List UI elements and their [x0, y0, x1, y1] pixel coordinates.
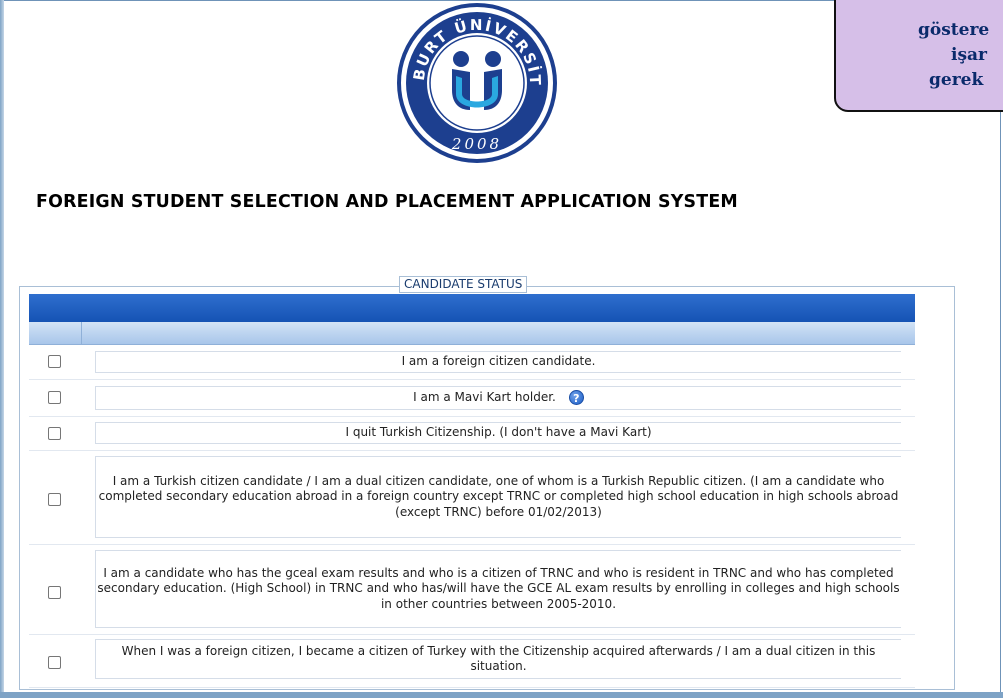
checkbox-acquired-citizenship[interactable]: [48, 656, 61, 669]
option-row-quit-citizenship: I quit Turkish Citizenship. (I don't hav…: [29, 416, 915, 451]
help-icon[interactable]: ?: [568, 390, 584, 406]
option-label-mavi-kart: I am a Mavi Kart holder.: [413, 390, 556, 405]
option-label-trnc-gceal: I am a candidate who has the gceal exam …: [97, 565, 900, 611]
callout-line-3: gerek: [929, 70, 984, 90]
checkbox-foreign-citizen[interactable]: [48, 355, 61, 368]
callout-note: göstere işar gerek: [834, 0, 1003, 112]
checkbox-mavi-kart[interactable]: [48, 391, 61, 404]
candidate-status-grid: I am a foreign citizen candidate. I am a…: [29, 294, 915, 688]
university-logo: BAYBURT ÜNİVERSİTESİ 2008: [396, 2, 557, 163]
option-row-mavi-kart: I am a Mavi Kart holder.?: [29, 379, 915, 417]
option-cell: I quit Turkish Citizenship. (I don't hav…: [95, 422, 901, 444]
callout-line-1: göstere: [918, 20, 990, 40]
option-cell: I am a candidate who has the gceal exam …: [95, 550, 901, 628]
page-title: FOREIGN STUDENT SELECTION AND PLACEMENT …: [36, 192, 738, 212]
window-left-border: [0, 0, 4, 698]
option-label-foreign-citizen: I am a foreign citizen candidate.: [401, 354, 596, 369]
column-divider: [81, 322, 82, 344]
candidate-status-legend: CANDIDATE STATUS: [399, 276, 528, 293]
checkbox-trnc-gceal[interactable]: [48, 586, 61, 599]
option-row-foreign-citizen: I am a foreign citizen candidate.: [29, 345, 915, 380]
grid-header-bar: [29, 294, 915, 322]
callout-line-2: işar: [951, 45, 988, 65]
option-cell: I am a Mavi Kart holder.?: [95, 386, 901, 410]
option-row-acquired-citizenship: When I was a foreign citizen, I became a…: [29, 634, 915, 688]
option-cell: I am a Turkish citizen candidate / I am …: [95, 456, 901, 538]
checkbox-turkish-dual-citizen[interactable]: [48, 493, 61, 506]
logo-year: 2008: [451, 135, 502, 153]
checkbox-quit-citizenship[interactable]: [48, 427, 61, 440]
option-cell: I am a foreign citizen candidate.: [95, 351, 901, 373]
option-row-trnc-gceal: I am a candidate who has the gceal exam …: [29, 544, 915, 635]
option-label-turkish-dual-citizen: I am a Turkish citizen candidate / I am …: [98, 473, 899, 519]
option-row-turkish-dual-citizen: I am a Turkish citizen candidate / I am …: [29, 450, 915, 545]
option-cell: When I was a foreign citizen, I became a…: [95, 639, 901, 679]
grid-column-header: [29, 322, 915, 345]
option-label-acquired-citizenship: When I was a foreign citizen, I became a…: [121, 643, 876, 674]
option-label-quit-citizenship: I quit Turkish Citizenship. (I don't hav…: [345, 425, 652, 440]
window-bottom-border: [0, 692, 1003, 698]
